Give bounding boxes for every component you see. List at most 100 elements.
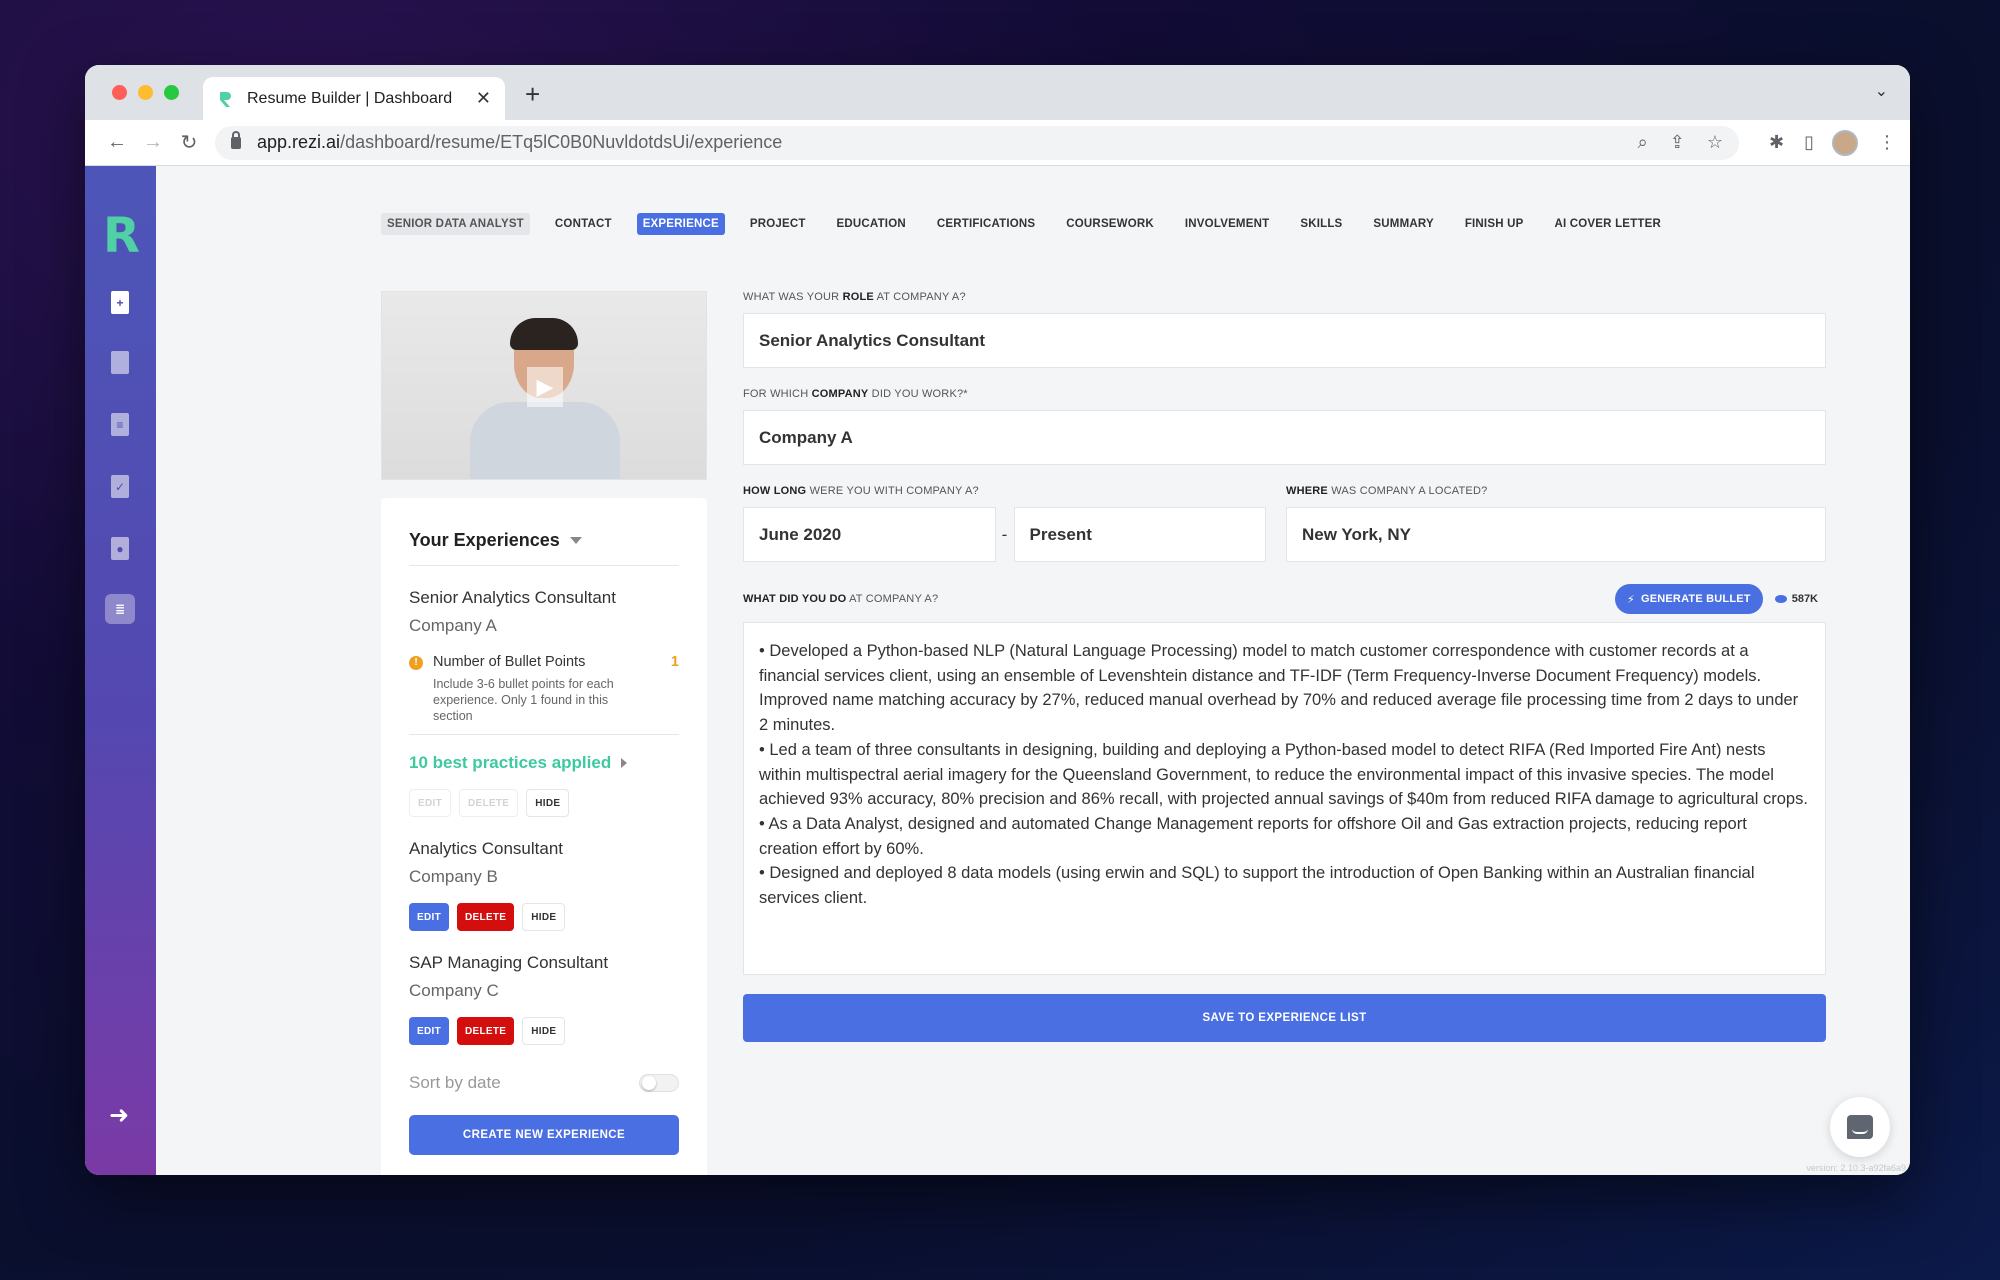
chat-launcher-button[interactable] bbox=[1830, 1097, 1890, 1157]
tab-search-chevron-icon[interactable]: ⌄ bbox=[1875, 81, 1888, 101]
step-tab-coursework[interactable]: COURSEWORK bbox=[1060, 213, 1160, 235]
experience-actions: EDIT DELETE HIDE bbox=[409, 1017, 679, 1045]
minimize-window-button[interactable] bbox=[138, 85, 153, 100]
location-group: WHERE WAS COMPANY A LOCATED? New York, N… bbox=[1286, 485, 1826, 562]
main-content: SENIOR DATA ANALYST CONTACT EXPERIENCE PROJ… bbox=[156, 166, 1910, 1175]
step-tab-ai-cover-letter[interactable]: AI COVER LETTER bbox=[1548, 213, 1667, 235]
chat-icon bbox=[1847, 1115, 1873, 1139]
company-input[interactable]: Company A bbox=[743, 410, 1826, 465]
description-textarea[interactable]: • Developed a Python-based NLP (Natural … bbox=[743, 622, 1826, 975]
document-lines-icon[interactable]: ≡ bbox=[111, 413, 129, 436]
logout-icon[interactable]: ➜ bbox=[109, 1101, 129, 1130]
step-tab-certifications[interactable]: CERTIFICATIONS bbox=[931, 213, 1041, 235]
url-path: /dashboard/resume/ETq5lC0B0NuvldotdsUi/e… bbox=[340, 132, 783, 152]
profile-avatar[interactable] bbox=[1832, 129, 1858, 156]
step-tab-experience[interactable]: EXPERIENCE bbox=[636, 213, 725, 235]
step-tab-education[interactable]: EDUCATION bbox=[831, 213, 912, 235]
sort-by-date-toggle[interactable] bbox=[639, 1074, 679, 1092]
share-icon[interactable]: ⇪ bbox=[1670, 132, 1685, 153]
bullet-point: • Developed a Python-based NLP (Natural … bbox=[759, 642, 1799, 735]
date-range: June 2020 - Present bbox=[743, 507, 1266, 562]
description-header: WHAT DID YOU DO AT COMPANY A? ⚡ GENERATE… bbox=[743, 584, 1826, 614]
sort-by-date-label: Sort by date bbox=[409, 1073, 501, 1092]
tab-bar: Resume Builder | Dashboard ✕ + ⌄ bbox=[85, 65, 1910, 120]
delete-button[interactable]: DELETE bbox=[456, 1017, 515, 1045]
token-balance: 587K bbox=[1774, 593, 1826, 605]
rezi-logo[interactable]: R bbox=[103, 208, 140, 264]
experiences-header[interactable]: Your Experiences bbox=[409, 530, 679, 566]
start-date-input[interactable]: June 2020 bbox=[744, 507, 995, 562]
step-tab-contact[interactable]: CONTACT bbox=[549, 213, 618, 235]
end-date-input[interactable]: Present bbox=[1015, 507, 1266, 562]
warning-count: 1 bbox=[670, 654, 679, 670]
role-input[interactable]: Senior Analytics Consultant bbox=[743, 313, 1826, 368]
step-navigation: SENIOR DATA ANALYST CONTACT EXPERIENCE PROJ… bbox=[381, 213, 1686, 235]
warning-description: Include 3-6 bullet points for each exper… bbox=[433, 677, 614, 723]
location-input[interactable]: New York, NY bbox=[1286, 507, 1826, 562]
profile-document-icon[interactable]: ● bbox=[111, 537, 129, 560]
address-bar[interactable]: app.rezi.ai/dashboard/resume/ETq5lC0B0Nu… bbox=[215, 125, 1739, 160]
checklist-icon[interactable]: ✓ bbox=[111, 475, 129, 498]
forward-icon[interactable]: → bbox=[135, 131, 171, 154]
date-separator: - bbox=[994, 507, 1015, 562]
current-experience-actions: EDIT DELETE HIDE bbox=[409, 789, 679, 817]
bookmark-star-icon[interactable]: ☆ bbox=[1707, 132, 1723, 153]
document-icon[interactable] bbox=[111, 351, 129, 374]
company-label: FOR WHICH COMPANY DID YOU WORK?* bbox=[743, 388, 1826, 400]
step-tab-project[interactable]: PROJECT bbox=[744, 213, 812, 235]
current-experience-role[interactable]: Senior Analytics Consultant bbox=[409, 588, 679, 608]
experience-form: WHAT WAS YOUR ROLE AT COMPANY A? Senior … bbox=[743, 291, 1826, 1042]
step-tab-finish-up[interactable]: FINISH UP bbox=[1459, 213, 1530, 235]
duration-label-post: WERE YOU WITH COMPANY A? bbox=[806, 485, 979, 497]
create-new-experience-button[interactable]: CREATE NEW EXPERIENCE bbox=[409, 1115, 679, 1155]
stack-icon[interactable]: ≣ bbox=[105, 594, 135, 624]
edit-button[interactable]: EDIT bbox=[409, 1017, 449, 1045]
more-menu-icon[interactable]: ⋮ bbox=[1878, 132, 1896, 153]
location-label-post: WAS COMPANY A LOCATED? bbox=[1327, 485, 1488, 497]
hide-button[interactable]: HIDE bbox=[522, 1017, 566, 1045]
role-label: WHAT WAS YOUR ROLE AT COMPANY A? bbox=[743, 291, 1826, 303]
reload-icon[interactable]: ↻ bbox=[171, 130, 207, 155]
step-tab-skills[interactable]: SKILLS bbox=[1294, 213, 1348, 235]
step-tab-summary[interactable]: SUMMARY bbox=[1367, 213, 1439, 235]
token-count: 587K bbox=[1791, 593, 1818, 605]
save-to-experience-list-button[interactable]: SAVE TO EXPERIENCE LIST bbox=[743, 994, 1826, 1042]
new-document-icon[interactable]: + bbox=[111, 291, 129, 314]
role-label-pre: WHAT WAS YOUR bbox=[743, 291, 843, 303]
browser-tab[interactable]: Resume Builder | Dashboard ✕ bbox=[203, 77, 505, 120]
location-label-bold: WHERE bbox=[1286, 485, 1328, 497]
warning-title: Number of Bullet Points bbox=[433, 654, 586, 670]
url-text[interactable]: app.rezi.ai/dashboard/resume/ETq5lC0B0Nu… bbox=[257, 132, 1616, 153]
hide-button[interactable]: HIDE bbox=[522, 903, 566, 931]
role-label-bold: ROLE bbox=[842, 291, 874, 303]
zoom-icon[interactable]: ⌕ bbox=[1638, 132, 1648, 153]
warning-icon: ! bbox=[409, 656, 423, 670]
generate-bullet-button[interactable]: ⚡ GENERATE BULLET bbox=[1615, 584, 1763, 614]
best-practices-link[interactable]: 10 best practices applied bbox=[409, 753, 679, 773]
tab-close-icon[interactable]: ✕ bbox=[476, 88, 491, 109]
app: R + ≡ ✓ ● ≣ ➜ SENIOR DATA ANALYST CONTACT… bbox=[85, 166, 1910, 1175]
bullet-point: • As a Data Analyst, designed and automa… bbox=[759, 814, 1747, 858]
side-panel-icon[interactable]: ▯ bbox=[1804, 132, 1814, 153]
new-tab-button[interactable]: + bbox=[525, 79, 540, 110]
caret-down-icon[interactable] bbox=[569, 537, 582, 544]
lock-icon[interactable] bbox=[231, 130, 241, 149]
delete-button[interactable]: DELETE bbox=[456, 903, 515, 931]
bullet-count-warning: ! Number of Bullet Points 1 Include 3-6 … bbox=[409, 654, 679, 735]
browser-toolbar: ← → ↻ app.rezi.ai/dashboard/resume/ETq5l… bbox=[85, 120, 1910, 166]
hide-button[interactable]: HIDE bbox=[526, 789, 570, 817]
edit-button[interactable]: EDIT bbox=[409, 903, 449, 931]
step-tab-involvement[interactable]: INVOLVEMENT bbox=[1179, 213, 1275, 235]
step-tab-senior-data-analyst[interactable]: SENIOR DATA ANALYST bbox=[381, 213, 530, 235]
maximize-window-button[interactable] bbox=[164, 85, 179, 100]
location-label: WHERE WAS COMPANY A LOCATED? bbox=[1286, 485, 1826, 497]
experience-role[interactable]: Analytics Consultant bbox=[409, 839, 679, 859]
tutorial-video[interactable]: ▶ bbox=[381, 291, 707, 480]
close-window-button[interactable] bbox=[112, 85, 127, 100]
best-practices-label: 10 best practices applied bbox=[409, 753, 612, 772]
back-icon[interactable]: ← bbox=[99, 131, 135, 154]
play-icon[interactable]: ▶ bbox=[527, 367, 563, 407]
experiences-panel: Your Experiences Senior Analytics Consul… bbox=[381, 498, 707, 1175]
experience-role[interactable]: SAP Managing Consultant bbox=[409, 953, 679, 973]
extensions-puzzle-icon[interactable]: ✱ bbox=[1769, 132, 1784, 153]
